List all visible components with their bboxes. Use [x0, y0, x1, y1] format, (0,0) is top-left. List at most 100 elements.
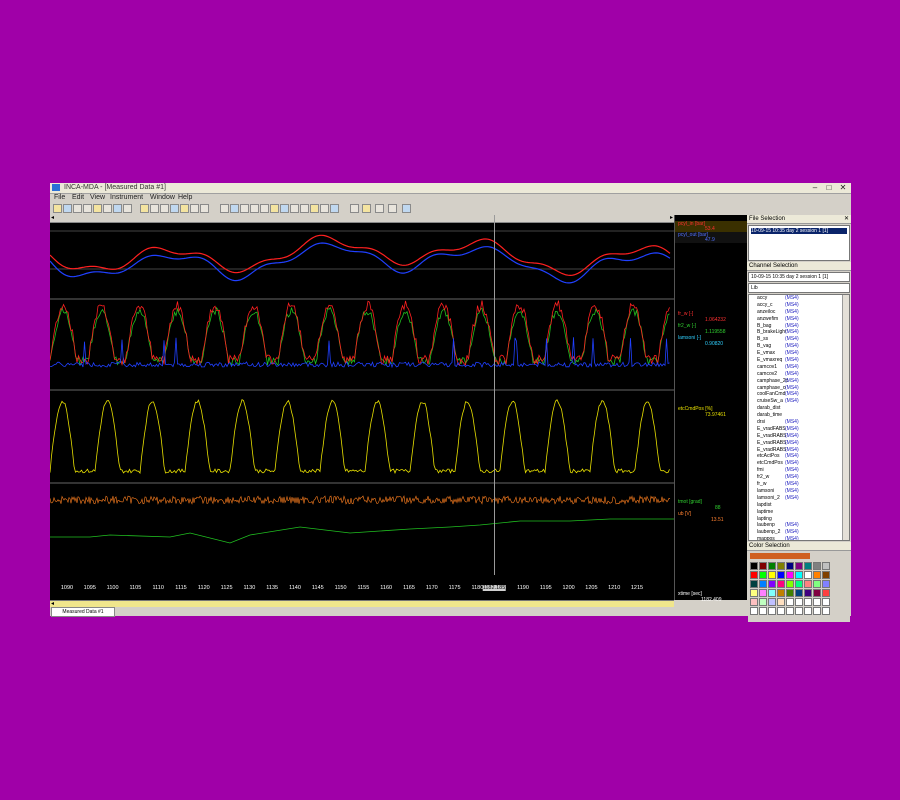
channel-list-item[interactable]: B_bag (MS4)	[749, 323, 849, 330]
toolbar-button[interactable]	[170, 204, 179, 213]
channel-list-item[interactable]: B_brakeLight (MS4)	[749, 329, 849, 336]
toolbar-button[interactable]	[180, 204, 189, 213]
channel-list-item[interactable]: laubenp_2 (MS4)	[749, 529, 849, 536]
toolbar-button[interactable]	[402, 204, 411, 213]
color-swatch[interactable]	[768, 589, 776, 597]
channel-list-item[interactable]: E_vmax (MS4)	[749, 350, 849, 357]
toolbar-button[interactable]	[53, 204, 62, 213]
channel-list-item[interactable]: laubenp (MS4)	[749, 522, 849, 529]
color-swatch[interactable]	[750, 571, 758, 579]
channel-list-item[interactable]: E_vmaxreq (MS4)	[749, 357, 849, 364]
color-swatch[interactable]	[759, 598, 767, 606]
channel-list-item[interactable]: E_vradRABS (MS4)	[749, 440, 849, 447]
channel-list-item[interactable]: camphase_2c (MS4)	[749, 378, 849, 385]
color-swatch[interactable]	[795, 571, 803, 579]
color-swatch[interactable]	[768, 571, 776, 579]
plot-area[interactable]	[49, 215, 674, 583]
color-swatch[interactable]	[795, 589, 803, 597]
toolbar-button[interactable]	[362, 204, 371, 213]
color-swatch[interactable]	[750, 580, 758, 588]
toolbar-button[interactable]	[260, 204, 269, 213]
color-swatch[interactable]	[795, 598, 803, 606]
channel-list-item[interactable]: camcov1 (MS4)	[749, 364, 849, 371]
minimize-button[interactable]: –	[810, 183, 820, 192]
toolbar-button[interactable]	[140, 204, 149, 213]
channel-list-item[interactable]: fmi (MS4)	[749, 467, 849, 474]
channel-list-item[interactable]: fr2_w (MS4)	[749, 474, 849, 481]
channel-list-item[interactable]: camcov2 (MS4)	[749, 371, 849, 378]
color-swatch[interactable]	[768, 598, 776, 606]
toolbar-button[interactable]	[123, 204, 132, 213]
toolbar-button[interactable]	[190, 204, 199, 213]
color-swatch[interactable]	[795, 562, 803, 570]
measurement-cursor[interactable]	[494, 215, 495, 575]
toolbar-button[interactable]	[93, 204, 102, 213]
channel-list-item[interactable]: E_vradFABS (MS4)	[749, 426, 849, 433]
color-swatch[interactable]	[795, 580, 803, 588]
channel-list-item[interactable]: etcCmdPos (MS4)	[749, 460, 849, 467]
scroll-right-icon[interactable]: ▸	[670, 214, 673, 221]
color-swatch[interactable]	[786, 589, 794, 597]
toolbar-button[interactable]	[330, 204, 339, 213]
channel-list-item[interactable]: darab_dist	[749, 405, 849, 412]
color-swatch[interactable]	[822, 562, 830, 570]
toolbar-button[interactable]	[290, 204, 299, 213]
toolbar-button[interactable]	[220, 204, 229, 213]
maximize-button[interactable]: □	[824, 183, 834, 192]
scroll-left-icon[interactable]: ◂	[51, 600, 54, 607]
channel-list-item[interactable]: drsi (MS4)	[749, 419, 849, 426]
channel-list-item[interactable]: cruiseSw_a (MS4)	[749, 398, 849, 405]
toolbar-button[interactable]	[103, 204, 112, 213]
toolbar-button[interactable]	[113, 204, 122, 213]
close-icon[interactable]: ✕	[844, 215, 849, 223]
channel-list-item[interactable]: B_ss (MS4)	[749, 336, 849, 343]
legend-item[interactable]: pcyl_in [bar] 53.4	[675, 221, 748, 232]
color-swatch[interactable]	[768, 580, 776, 588]
channel-list-item[interactable]: lamsoni_2 (MS4)	[749, 495, 849, 502]
channel-list-item[interactable]: E_vradRABS (MS4)	[749, 433, 849, 440]
file-item[interactable]: 10-09-15 10:35 day 2 session 1 [1]	[751, 228, 847, 234]
toolbar-button[interactable]	[375, 204, 384, 213]
toolbar-button[interactable]	[73, 204, 82, 213]
channel-list-item[interactable]: lapdist	[749, 502, 849, 509]
channel-list-item[interactable]: anzwefim (MS4)	[749, 316, 849, 323]
toolbar-button[interactable]	[83, 204, 92, 213]
color-swatch[interactable]	[759, 607, 767, 615]
color-swatch[interactable]	[795, 607, 803, 615]
color-swatch[interactable]	[813, 571, 821, 579]
toolbar-button[interactable]	[280, 204, 289, 213]
menu-help[interactable]: Help	[178, 194, 192, 201]
color-swatch[interactable]	[759, 589, 767, 597]
channel-list-item[interactable]: lamsoni (MS4)	[749, 488, 849, 495]
color-swatch[interactable]	[822, 589, 830, 597]
channel-list-item[interactable]: accy (MS4)	[749, 295, 849, 302]
channel-list-item[interactable]: accy_c (MS4)	[749, 302, 849, 309]
channel-file-combo[interactable]: 10-09-15 10:35 day 2 session 1 [1]	[748, 272, 850, 282]
color-swatch[interactable]	[768, 607, 776, 615]
color-swatch[interactable]	[813, 562, 821, 570]
toolbar-button[interactable]	[388, 204, 397, 213]
channel-list-item[interactable]: E_vradRABS (MS4)	[749, 447, 849, 454]
toolbar-button[interactable]	[300, 204, 309, 213]
color-swatch[interactable]	[777, 589, 785, 597]
menu-view[interactable]: View	[90, 194, 105, 201]
signal-plots[interactable]	[49, 215, 674, 583]
color-swatch[interactable]	[777, 571, 785, 579]
channel-list[interactable]: accy (MS4) accy_c (MS4) anzeiloc (MS4) anzwefi…	[748, 294, 850, 541]
channel-group-combo[interactable]: Lib	[748, 283, 850, 293]
color-swatch[interactable]	[768, 562, 776, 570]
color-swatch[interactable]	[804, 598, 812, 606]
color-swatch[interactable]	[804, 562, 812, 570]
channel-list-item[interactable]: laptime	[749, 509, 849, 516]
color-swatch[interactable]	[759, 571, 767, 579]
toolbar-button[interactable]	[320, 204, 329, 213]
color-swatch[interactable]	[804, 607, 812, 615]
channel-list-item[interactable]: anzeiloc (MS4)	[749, 309, 849, 316]
menu-file[interactable]: File	[54, 194, 65, 201]
color-swatch[interactable]	[786, 571, 794, 579]
channel-list-item[interactable]: etcActPos (MS4)	[749, 453, 849, 460]
tab-measured-data[interactable]: Measured Data #1	[51, 607, 115, 617]
toolbar-button[interactable]	[160, 204, 169, 213]
color-swatch[interactable]	[822, 607, 830, 615]
color-swatch[interactable]	[822, 580, 830, 588]
